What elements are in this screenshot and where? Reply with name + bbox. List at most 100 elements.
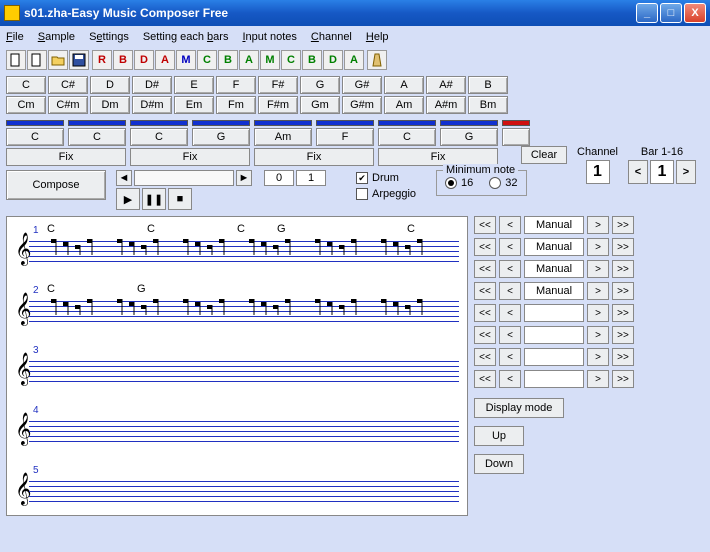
chord-D#[interactable]: D# [132,76,172,94]
chord-D[interactable]: D [90,76,130,94]
step-l-5[interactable]: < [499,326,521,344]
toolbar-letter-m[interactable]: M [260,50,280,70]
bar-chord-7[interactable]: G [440,128,498,146]
display-mode-button[interactable]: Display mode [474,398,564,418]
chord-A[interactable]: A [384,76,424,94]
chord-F[interactable]: F [216,76,256,94]
chord-B[interactable]: B [468,76,508,94]
step-ll-7[interactable]: << [474,370,496,388]
step-rr-7[interactable]: >> [612,370,634,388]
maximize-button[interactable]: □ [660,3,682,23]
step-ll-1[interactable]: << [474,238,496,256]
toolbar-letter-b[interactable]: B [113,50,133,70]
toolbar-letter-a[interactable]: A [239,50,259,70]
step-ll-3[interactable]: << [474,282,496,300]
chord-Am[interactable]: Am [384,96,424,114]
fix-button-1[interactable]: Fix [130,148,250,166]
minimize-button[interactable]: _ [636,3,658,23]
bar-chord-4[interactable]: Am [254,128,312,146]
toolbar-letter-d[interactable]: D [134,50,154,70]
toolbar-letter-c[interactable]: C [197,50,217,70]
clear-button[interactable]: Clear [521,146,567,164]
step-rr-3[interactable]: >> [612,282,634,300]
bar-chord-6[interactable]: C [378,128,436,146]
down-button[interactable]: Down [474,454,524,474]
arpeggio-checkbox[interactable] [356,188,368,200]
toolbar-letter-a[interactable]: A [155,50,175,70]
drum-checkbox[interactable]: ✔ [356,172,368,184]
step-l-3[interactable]: < [499,282,521,300]
toolbar-letter-c[interactable]: C [281,50,301,70]
step-ll-2[interactable]: << [474,260,496,278]
step-r-4[interactable]: > [587,304,609,322]
chord-F#m[interactable]: F#m [258,96,298,114]
manual-box-5[interactable] [524,326,584,344]
toolbar-letter-m[interactable]: M [176,50,196,70]
fix-button-0[interactable]: Fix [6,148,126,166]
step-rr-6[interactable]: >> [612,348,634,366]
toolbar-letter-a[interactable]: A [344,50,364,70]
step-l-2[interactable]: < [499,260,521,278]
bar-next-button[interactable]: > [676,160,696,184]
save-icon[interactable] [69,50,89,70]
menu-setting-each-bars[interactable]: Setting each bars [143,31,229,43]
step-r-6[interactable]: > [587,348,609,366]
manual-box-0[interactable]: Manual [524,216,584,234]
step-ll-6[interactable]: << [474,348,496,366]
manual-box-2[interactable]: Manual [524,260,584,278]
chord-A#[interactable]: A# [426,76,466,94]
chord-A#m[interactable]: A#m [426,96,466,114]
bar-chord-5[interactable]: F [316,128,374,146]
new2-icon[interactable] [27,50,47,70]
step-ll-5[interactable]: << [474,326,496,344]
step-rr-4[interactable]: >> [612,304,634,322]
step-ll-4[interactable]: << [474,304,496,322]
radio-32[interactable] [489,177,501,189]
step-rr-1[interactable]: >> [612,238,634,256]
manual-box-1[interactable]: Manual [524,238,584,256]
chord-Dm[interactable]: Dm [90,96,130,114]
step-rr-2[interactable]: >> [612,260,634,278]
chord-Em[interactable]: Em [174,96,214,114]
step-r-0[interactable]: > [587,216,609,234]
step-l-1[interactable]: < [499,238,521,256]
radio-16[interactable] [445,177,457,189]
toolbar-letter-b[interactable]: B [302,50,322,70]
toolbar-letter-d[interactable]: D [323,50,343,70]
play-button[interactable]: ▶ [116,188,140,210]
pause-button[interactable]: ❚❚ [142,188,166,210]
chord-G#m[interactable]: G#m [342,96,382,114]
chord-Bm[interactable]: Bm [468,96,508,114]
step-r-1[interactable]: > [587,238,609,256]
menu-sample[interactable]: Sample [38,31,75,43]
toolbar-letter-r[interactable]: R [92,50,112,70]
close-button[interactable]: X [684,3,706,23]
fix-button-2[interactable]: Fix [254,148,374,166]
step-rr-0[interactable]: >> [612,216,634,234]
step-rr-5[interactable]: >> [612,326,634,344]
chord-Gm[interactable]: Gm [300,96,340,114]
new-icon[interactable] [6,50,26,70]
chord-G#[interactable]: G# [342,76,382,94]
toolbar-letter-b[interactable]: B [218,50,238,70]
bar-chord-2[interactable]: C [130,128,188,146]
bar-chord-1[interactable]: C [68,128,126,146]
open-icon[interactable] [48,50,68,70]
chord-D#m[interactable]: D#m [132,96,172,114]
bar-chord-0[interactable]: C [6,128,64,146]
step-r-2[interactable]: > [587,260,609,278]
metronome-icon[interactable] [367,50,387,70]
chord-E[interactable]: E [174,76,214,94]
manual-box-7[interactable] [524,370,584,388]
menu-input-notes[interactable]: Input notes [242,31,296,43]
chord-F#[interactable]: F# [258,76,298,94]
bar-prev-button[interactable]: < [628,160,648,184]
stop-button[interactable]: ■ [168,188,192,210]
manual-box-3[interactable]: Manual [524,282,584,300]
scroll-left-button[interactable]: ◄ [116,170,132,186]
chord-C#m[interactable]: C#m [48,96,88,114]
step-r-3[interactable]: > [587,282,609,300]
menu-help[interactable]: Help [366,31,389,43]
chord-Cm[interactable]: Cm [6,96,46,114]
bar-chord-3[interactable]: G [192,128,250,146]
